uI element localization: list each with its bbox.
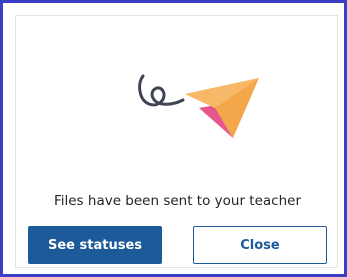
screenshot-frame: Files have been sent to your teacher See…	[0, 0, 347, 277]
sent-message: Files have been sent to your teacher	[53, 193, 302, 209]
close-button[interactable]: Close	[193, 226, 327, 264]
files-sent-dialog: Files have been sent to your teacher See…	[15, 15, 338, 268]
paper-plane-sent-icon	[138, 74, 259, 138]
see-statuses-button[interactable]: See statuses	[28, 226, 162, 264]
